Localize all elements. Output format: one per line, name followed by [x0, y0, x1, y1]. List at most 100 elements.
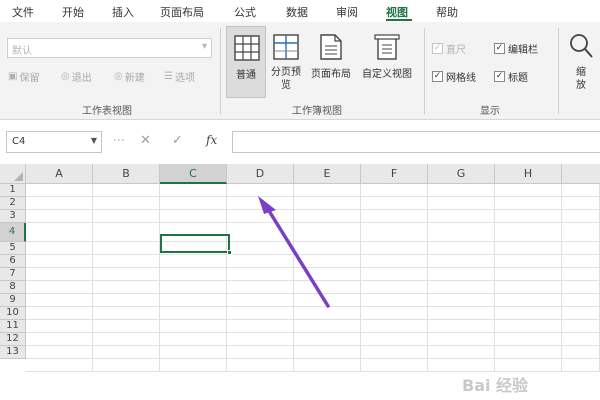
cell[interactable]	[26, 346, 93, 359]
cell[interactable]	[227, 184, 294, 197]
cell[interactable]	[562, 268, 600, 281]
cell[interactable]	[294, 320, 361, 333]
cell[interactable]	[428, 320, 495, 333]
column-header-e[interactable]: E	[294, 164, 361, 184]
cell[interactable]	[160, 281, 227, 294]
cell[interactable]	[93, 210, 160, 223]
cell[interactable]	[227, 346, 294, 359]
tab-page-layout[interactable]: 页面布局	[160, 4, 204, 20]
cell[interactable]	[428, 359, 495, 372]
cell[interactable]	[294, 268, 361, 281]
gridlines-checkbox[interactable]: ✓ 网格线	[432, 69, 476, 84]
cell[interactable]	[160, 210, 227, 223]
cell[interactable]	[160, 307, 227, 320]
cell[interactable]	[93, 281, 160, 294]
cell[interactable]	[562, 320, 600, 333]
page-break-preview-button[interactable]: 分页预览	[268, 26, 304, 98]
tab-view[interactable]: 视图	[386, 4, 408, 20]
cell[interactable]	[495, 268, 562, 281]
cell[interactable]	[294, 223, 361, 242]
cell[interactable]	[495, 359, 562, 372]
cell[interactable]	[26, 320, 93, 333]
cell[interactable]	[361, 268, 428, 281]
cell[interactable]	[26, 268, 93, 281]
cell[interactable]	[495, 320, 562, 333]
cell[interactable]	[227, 268, 294, 281]
cell[interactable]	[227, 333, 294, 346]
cell[interactable]	[294, 184, 361, 197]
cell[interactable]	[93, 223, 160, 242]
cell[interactable]	[227, 281, 294, 294]
cell[interactable]	[93, 359, 160, 372]
cell[interactable]	[562, 281, 600, 294]
row-header-6[interactable]: 6	[0, 255, 26, 268]
cell[interactable]	[160, 197, 227, 210]
cell[interactable]	[294, 242, 361, 255]
cell[interactable]	[361, 184, 428, 197]
cell[interactable]	[160, 333, 227, 346]
cell[interactable]	[562, 223, 600, 242]
cell[interactable]	[160, 255, 227, 268]
cell[interactable]	[361, 197, 428, 210]
row-header-5[interactable]: 5	[0, 242, 26, 255]
column-header-next[interactable]	[562, 164, 600, 184]
cell[interactable]	[227, 307, 294, 320]
cell[interactable]	[428, 223, 495, 242]
cell[interactable]	[160, 268, 227, 281]
cell[interactable]	[294, 294, 361, 307]
cell[interactable]	[26, 210, 93, 223]
name-box[interactable]: C4 ▼	[6, 131, 102, 153]
cell[interactable]	[495, 210, 562, 223]
cell[interactable]	[160, 294, 227, 307]
cell[interactable]	[26, 281, 93, 294]
row-header-3[interactable]: 3	[0, 210, 26, 223]
cell[interactable]	[361, 294, 428, 307]
row-header-1[interactable]: 1	[0, 184, 26, 197]
cell[interactable]	[428, 255, 495, 268]
cell[interactable]	[227, 242, 294, 255]
cell[interactable]	[428, 197, 495, 210]
cell[interactable]	[361, 359, 428, 372]
sheet-view-options-button[interactable]: ☰ 选项	[164, 68, 195, 84]
cell[interactable]	[227, 210, 294, 223]
cell[interactable]	[361, 281, 428, 294]
cell[interactable]	[361, 307, 428, 320]
cell[interactable]	[562, 210, 600, 223]
cell[interactable]	[361, 242, 428, 255]
cell[interactable]	[361, 333, 428, 346]
cell[interactable]	[361, 223, 428, 242]
cell[interactable]	[93, 307, 160, 320]
formula-input[interactable]	[232, 131, 600, 153]
tab-formulas[interactable]: 公式	[234, 4, 256, 20]
cell[interactable]	[562, 197, 600, 210]
column-header-g[interactable]: G	[428, 164, 495, 184]
cell[interactable]	[26, 223, 93, 242]
cell[interactable]	[428, 307, 495, 320]
tab-file[interactable]: 文件	[12, 4, 34, 20]
cell[interactable]	[294, 359, 361, 372]
cell[interactable]	[562, 184, 600, 197]
cell[interactable]	[428, 333, 495, 346]
cell[interactable]	[495, 184, 562, 197]
cell[interactable]	[160, 346, 227, 359]
column-header-b[interactable]: B	[93, 164, 160, 184]
cell[interactable]	[26, 197, 93, 210]
cell[interactable]	[428, 268, 495, 281]
cell[interactable]	[428, 242, 495, 255]
cell[interactable]	[361, 320, 428, 333]
column-header-f[interactable]: F	[361, 164, 428, 184]
cell[interactable]	[227, 320, 294, 333]
cell[interactable]	[93, 197, 160, 210]
formula-bar-grip-icon[interactable]: ⋮	[112, 134, 126, 145]
cell[interactable]	[495, 197, 562, 210]
cell[interactable]	[562, 333, 600, 346]
sheet-view-exit-button[interactable]: ◎ 退出	[61, 68, 92, 84]
check-icon[interactable]: ✓	[172, 133, 183, 148]
page-layout-view-button[interactable]: 页面布局	[306, 26, 356, 98]
cell[interactable]	[93, 255, 160, 268]
cell[interactable]	[361, 255, 428, 268]
sheet-view-dropdown[interactable]: 默认 ▾	[7, 38, 212, 58]
cell[interactable]	[93, 333, 160, 346]
cell[interactable]	[26, 333, 93, 346]
row-header-13[interactable]: 13	[0, 346, 26, 359]
